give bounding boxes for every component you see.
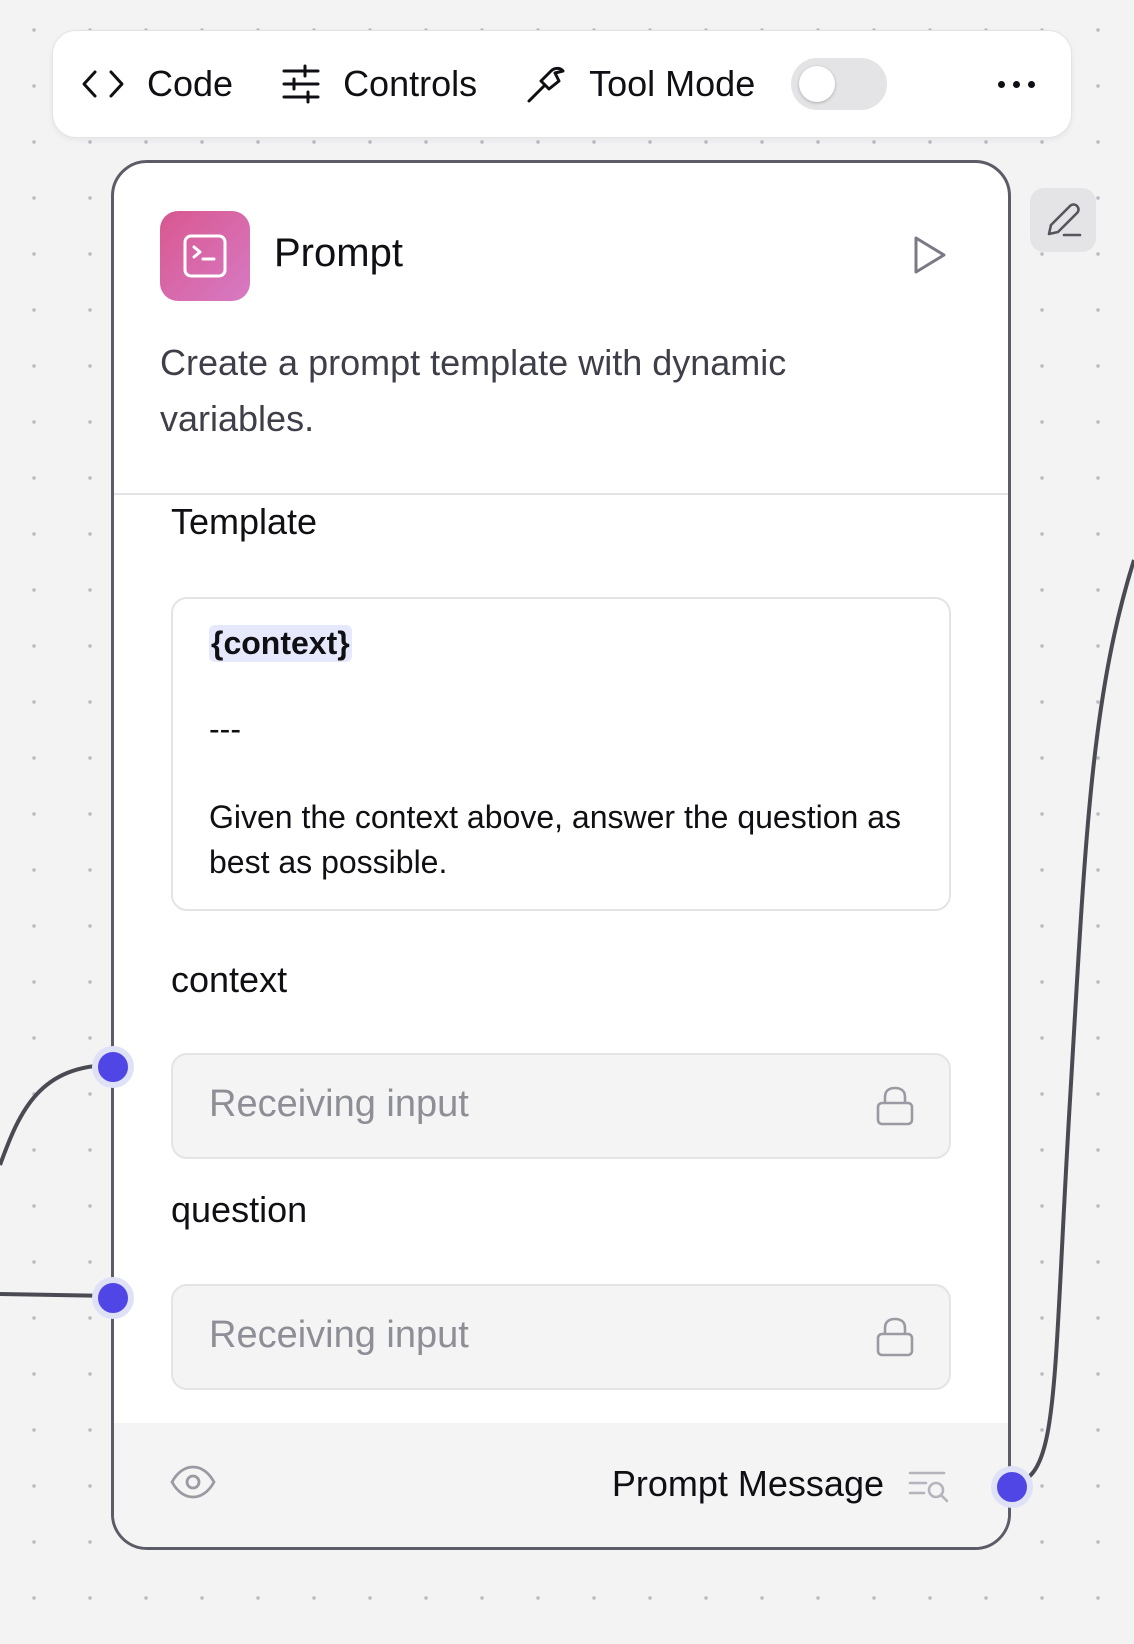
inspect-output-icon[interactable]	[908, 1469, 950, 1503]
tool-mode-toggle[interactable]	[791, 58, 888, 110]
template-label: Template	[171, 501, 318, 542]
pencil-icon	[1047, 203, 1082, 237]
tool-mode-label: Tool Mode	[589, 63, 756, 104]
controls-button[interactable]: Controls	[281, 63, 477, 105]
context-input-handle[interactable]	[92, 1046, 134, 1088]
node-toolbar: Code Controls Tool Mode	[52, 30, 1072, 138]
controls-label: Controls	[343, 63, 478, 104]
hammer-icon	[527, 66, 565, 103]
sliders-icon	[282, 64, 320, 104]
question-input-handle[interactable]	[92, 1277, 134, 1319]
edit-button[interactable]	[1030, 188, 1096, 252]
question-label: question	[171, 1189, 308, 1230]
context-input[interactable]: Receiving input	[171, 1053, 951, 1159]
code-label: Code	[147, 63, 234, 104]
play-icon[interactable]	[906, 233, 950, 277]
template-variable: {context}	[209, 625, 352, 662]
prompt-message-output-handle[interactable]	[991, 1466, 1033, 1508]
node-title: Prompt	[274, 231, 403, 275]
eye-icon[interactable]	[170, 1465, 216, 1499]
context-label: context	[171, 959, 288, 1000]
output-label: Prompt Message	[611, 1463, 884, 1504]
node-header: Prompt Create a prompt template with dyn…	[114, 163, 1008, 495]
template-separator: ---	[209, 711, 241, 747]
node-description: Create a prompt template with dynamic va…	[160, 342, 787, 439]
prompt-node-card[interactable]: Prompt Create a prompt template with dyn…	[111, 160, 1011, 1550]
node-output-row: Prompt Message	[114, 1423, 1008, 1547]
template-editor[interactable]: {context} --- Given the context above, a…	[171, 597, 951, 911]
question-placeholder: Receiving input	[209, 1314, 469, 1356]
more-options-icon[interactable]	[998, 80, 1035, 88]
lock-icon	[876, 1086, 914, 1126]
context-placeholder: Receiving input	[209, 1083, 469, 1125]
lock-icon	[876, 1317, 914, 1357]
code-button[interactable]: Code	[81, 63, 233, 105]
question-input[interactable]: Receiving input	[171, 1284, 951, 1390]
toggle-knob	[799, 66, 836, 102]
tool-mode-button[interactable]: Tool Mode	[525, 63, 755, 105]
template-body: Given the context above, answer the ques…	[209, 799, 901, 880]
terminal-icon	[160, 211, 250, 301]
code-icon	[82, 70, 124, 98]
